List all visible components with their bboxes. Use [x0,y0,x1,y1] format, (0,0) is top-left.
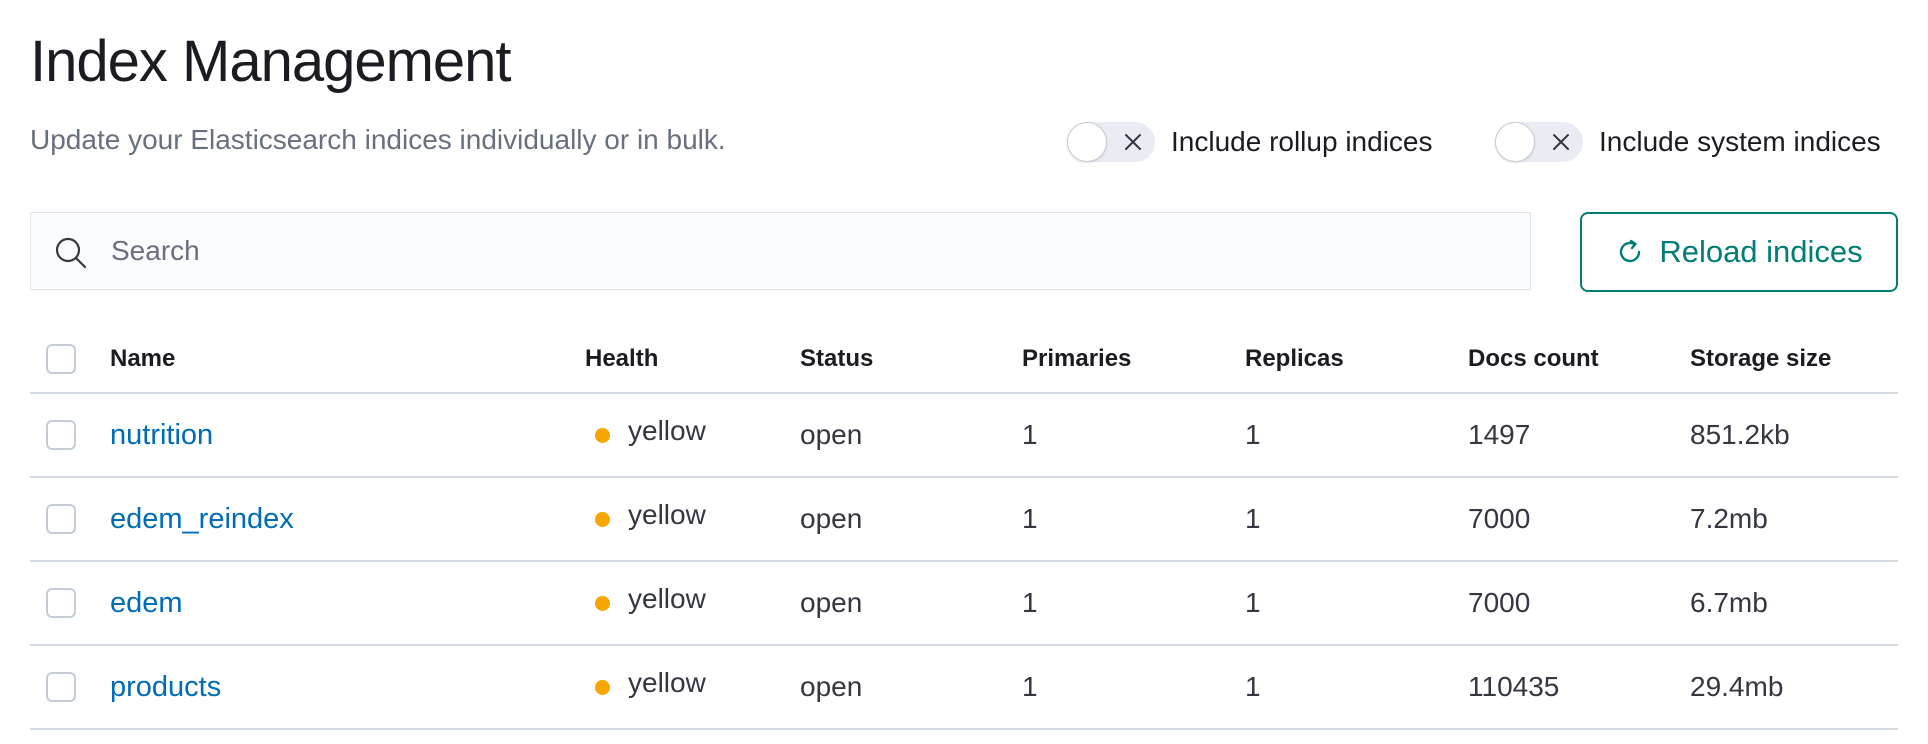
docs-count-value: 1497 [1468,419,1531,450]
row-checkbox[interactable] [46,504,76,534]
status-value: open [800,419,863,450]
status-value: open [800,503,863,534]
column-header-docs-count[interactable]: Docs count [1468,326,1599,392]
close-icon [1553,134,1569,150]
replicas-value: 1 [1245,587,1261,618]
health-dot-icon [595,679,610,695]
close-icon [1125,134,1141,150]
replicas-value: 1 [1245,503,1261,534]
switch-knob [1067,122,1107,162]
health-value: yellow [628,583,706,614]
row-checkbox[interactable] [46,420,76,450]
docs-count-value: 7000 [1468,503,1531,534]
replicas-value: 1 [1245,671,1261,702]
include-system-toggle[interactable]: Include system indices [1495,122,1881,162]
rollup-switch[interactable] [1067,122,1155,162]
reload-indices-label: Reload indices [1659,234,1863,269]
index-name-link[interactable]: nutrition [110,419,213,452]
include-rollup-toggle[interactable]: Include rollup indices [1067,122,1433,162]
rollup-toggle-label: Include rollup indices [1171,126,1433,157]
refresh-icon [1620,239,1641,263]
docs-count-value: 110435 [1468,671,1560,702]
health-dot-icon [595,427,610,443]
table-row: edem_reindex yellow open 1 1 7000 7.2mb [30,478,1898,562]
health-dot-icon [595,595,610,611]
row-checkbox[interactable] [46,672,76,702]
index-name-link[interactable]: products [110,671,221,704]
column-header-storage-size[interactable]: Storage size [1690,326,1831,392]
replicas-value: 1 [1245,419,1261,450]
table-row: nutrition yellow open 1 1 1497 851.2kb [30,394,1898,478]
column-header-replicas[interactable]: Replicas [1245,326,1344,392]
storage-size-value: 6.7mb [1690,587,1768,618]
page-description: Update your Elasticsearch indices indivi… [30,124,726,155]
health-value: yellow [628,499,706,530]
index-name-link[interactable]: edem [110,587,183,620]
status-value: open [800,671,863,702]
docs-count-value: 7000 [1468,587,1531,618]
health-value: yellow [628,415,706,446]
search-input[interactable] [111,213,1511,289]
health-dot-icon [595,511,610,527]
search-icon [55,237,87,269]
system-toggle-label: Include system indices [1599,126,1881,157]
table-row: edem yellow open 1 1 7000 6.7mb [30,562,1898,646]
column-header-primaries[interactable]: Primaries [1022,326,1131,392]
primaries-value: 1 [1022,587,1038,618]
search-bar [30,212,1531,290]
status-value: open [800,587,863,618]
table-row: products yellow open 1 1 110435 29.4mb [30,646,1898,730]
storage-size-value: 851.2kb [1690,419,1790,450]
indices-table: Name Health Status Primaries Replicas Do… [30,326,1898,730]
page-title: Index Management [30,29,512,94]
health-value: yellow [628,667,706,698]
storage-size-value: 29.4mb [1690,671,1784,702]
primaries-value: 1 [1022,419,1038,450]
storage-size-value: 7.2mb [1690,503,1768,534]
system-switch[interactable] [1495,122,1583,162]
column-header-health[interactable]: Health [585,326,658,392]
switch-knob [1495,122,1535,162]
reload-indices-button[interactable]: Reload indices [1580,212,1898,292]
table-header-row: Name Health Status Primaries Replicas Do… [30,326,1898,394]
index-name-link[interactable]: edem_reindex [110,503,294,536]
column-header-status[interactable]: Status [800,326,873,392]
column-header-name[interactable]: Name [110,326,175,392]
primaries-value: 1 [1022,671,1038,702]
primaries-value: 1 [1022,503,1038,534]
select-all-checkbox[interactable] [46,344,76,374]
row-checkbox[interactable] [46,588,76,618]
